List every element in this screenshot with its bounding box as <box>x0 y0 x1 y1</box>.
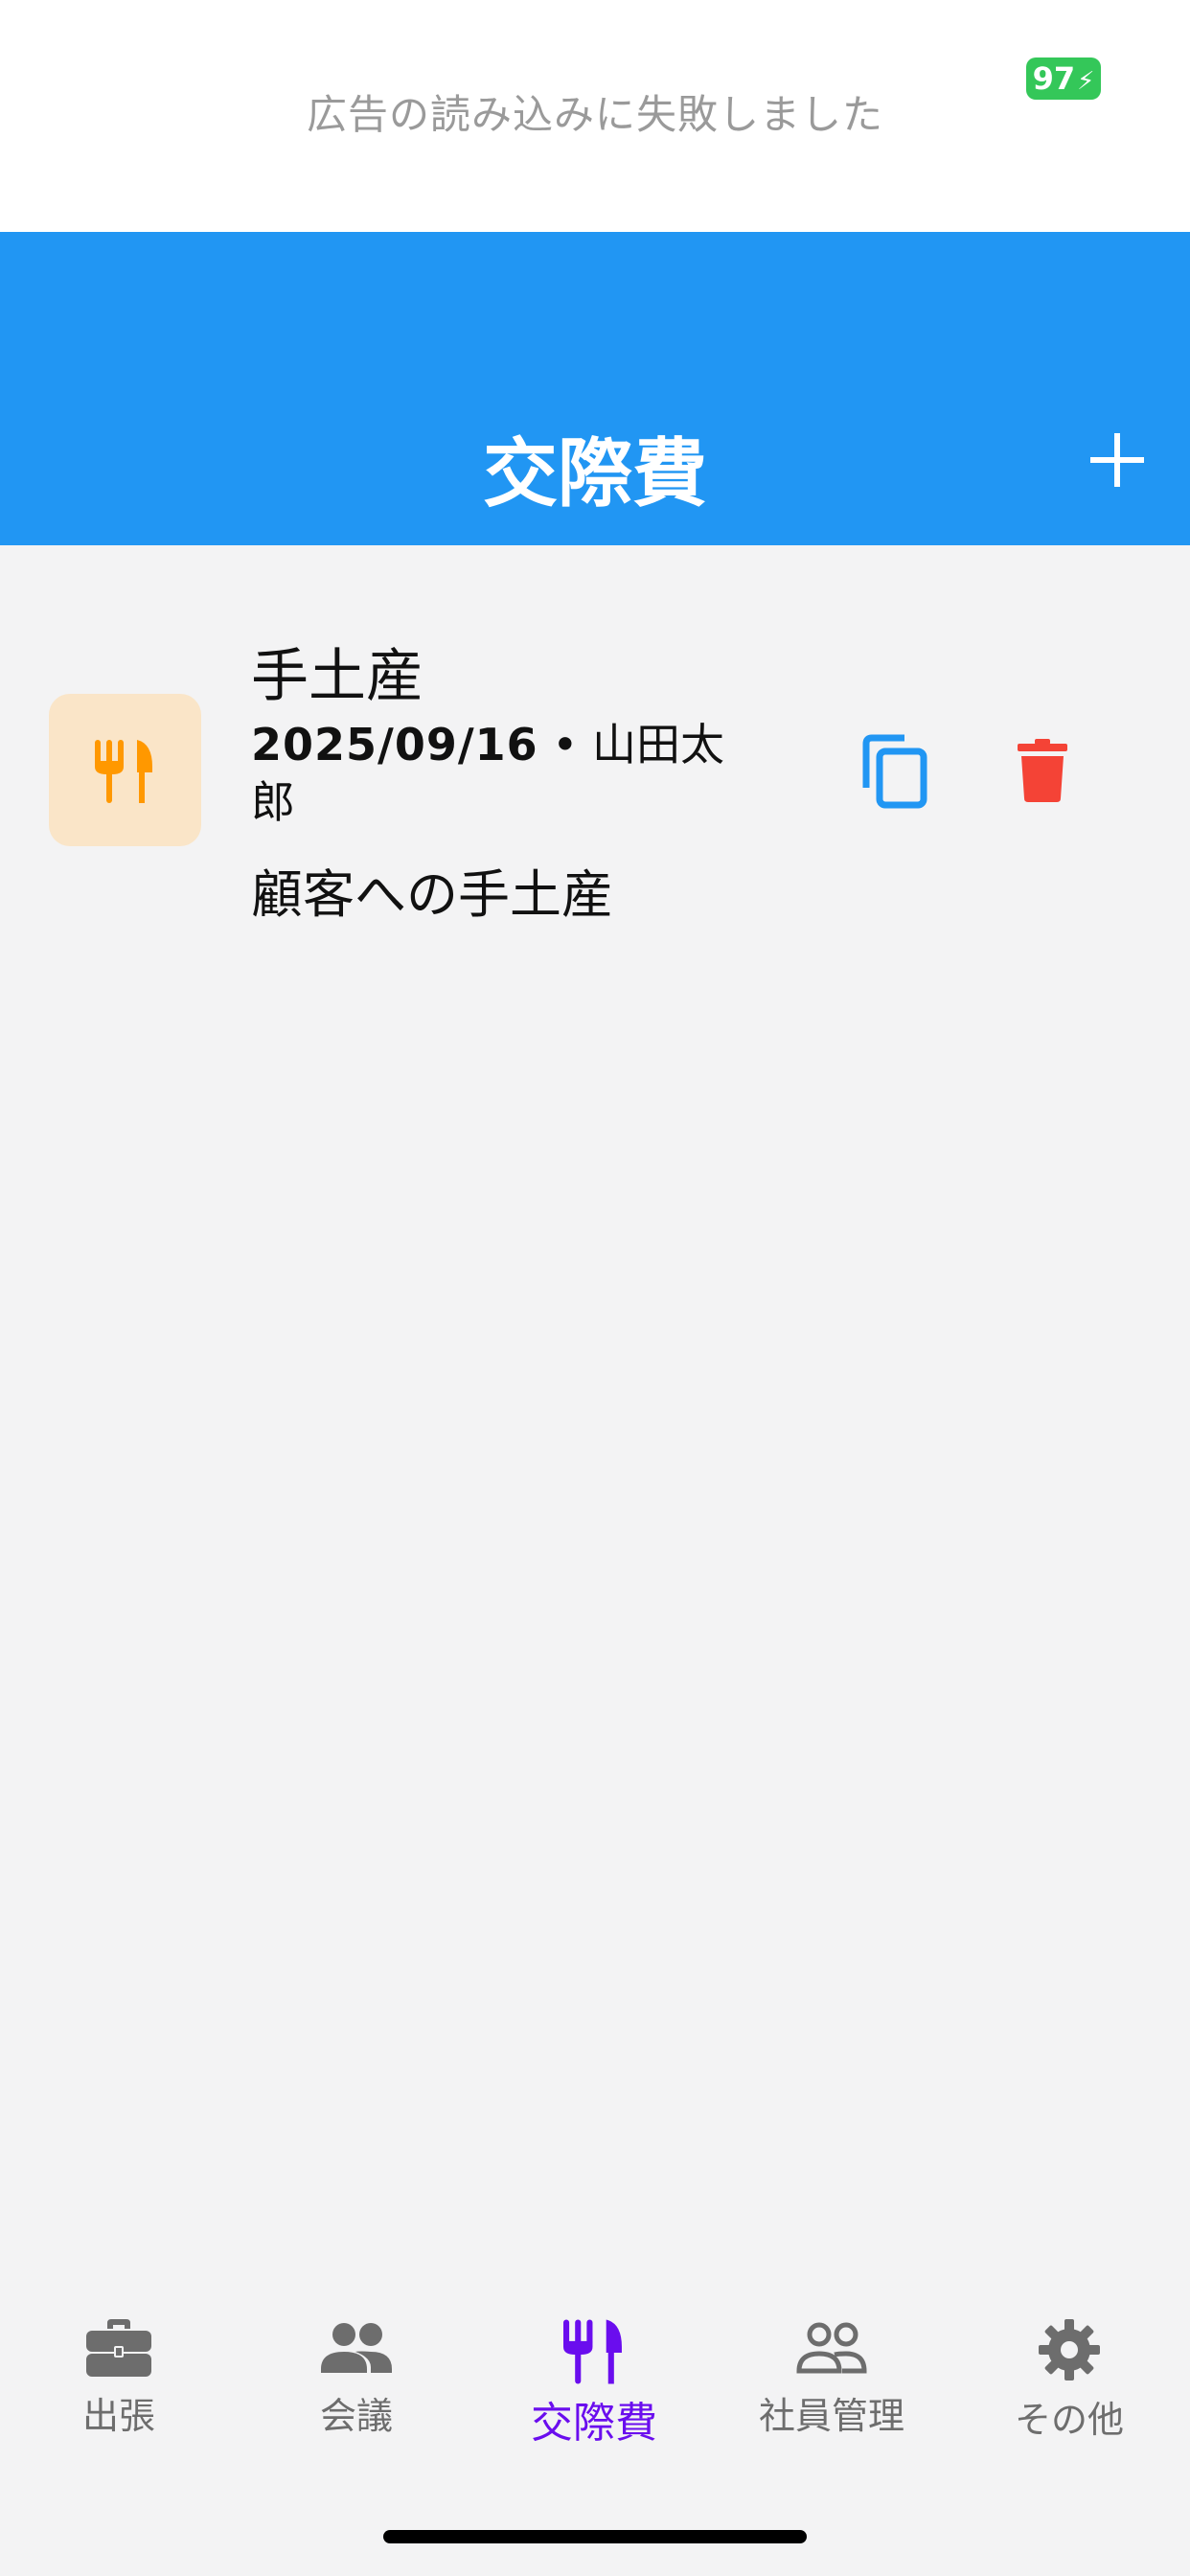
tab-other[interactable]: その他 <box>950 2319 1188 2463</box>
charging-bolt-icon: ⚡ <box>1077 67 1095 96</box>
fork-knife-icon <box>563 2319 622 2384</box>
page-title: 交際費 <box>482 431 707 518</box>
fork-knife-icon <box>95 740 152 803</box>
plus-icon <box>1090 433 1144 487</box>
tab-entertainment[interactable]: 交際費 <box>475 2319 713 2463</box>
battery-indicator: 97⚡ <box>1026 58 1101 100</box>
people-icon <box>321 2323 392 2373</box>
entry-description: 顧客への手土産 <box>251 864 613 925</box>
delete-button[interactable] <box>1018 739 1067 802</box>
tab-label: 会議 <box>319 2395 393 2437</box>
copy-icon <box>862 734 927 809</box>
copy-button[interactable] <box>860 734 929 809</box>
home-indicator <box>383 2530 807 2543</box>
briefcase-icon <box>86 2319 151 2377</box>
tab-label: 出張 <box>81 2395 155 2437</box>
tab-label: その他 <box>1014 2399 1124 2441</box>
tab-business-trip[interactable]: 出張 <box>0 2319 238 2463</box>
tab-employee-management[interactable]: 社員管理 <box>713 2319 950 2463</box>
category-icon-box <box>49 694 201 846</box>
people-outline-icon <box>796 2322 867 2374</box>
nav-header: 交際費 <box>0 232 1190 545</box>
trash-icon <box>1018 739 1067 802</box>
tab-label: 社員管理 <box>758 2395 904 2437</box>
ad-error-message: 広告の読み込みに失敗しました <box>306 91 883 138</box>
meta-separator: • <box>538 719 593 770</box>
tab-label: 交際費 <box>531 2399 657 2448</box>
battery-level: 97 <box>1032 60 1076 97</box>
entry-date: 2025/09/16 <box>251 719 538 770</box>
ad-banner: 広告の読み込みに失敗しました 97⚡ <box>0 0 1190 232</box>
add-button[interactable] <box>1081 424 1154 496</box>
list-item[interactable]: 手土産 2025/09/16 • 山田太郎 顧客への手土産 <box>0 545 1190 957</box>
gear-icon <box>1039 2319 1100 2380</box>
tab-meeting[interactable]: 会議 <box>238 2319 475 2463</box>
entry-title: 手土産 <box>251 643 423 710</box>
entry-meta: 2025/09/16 • 山田太郎 <box>251 716 749 831</box>
